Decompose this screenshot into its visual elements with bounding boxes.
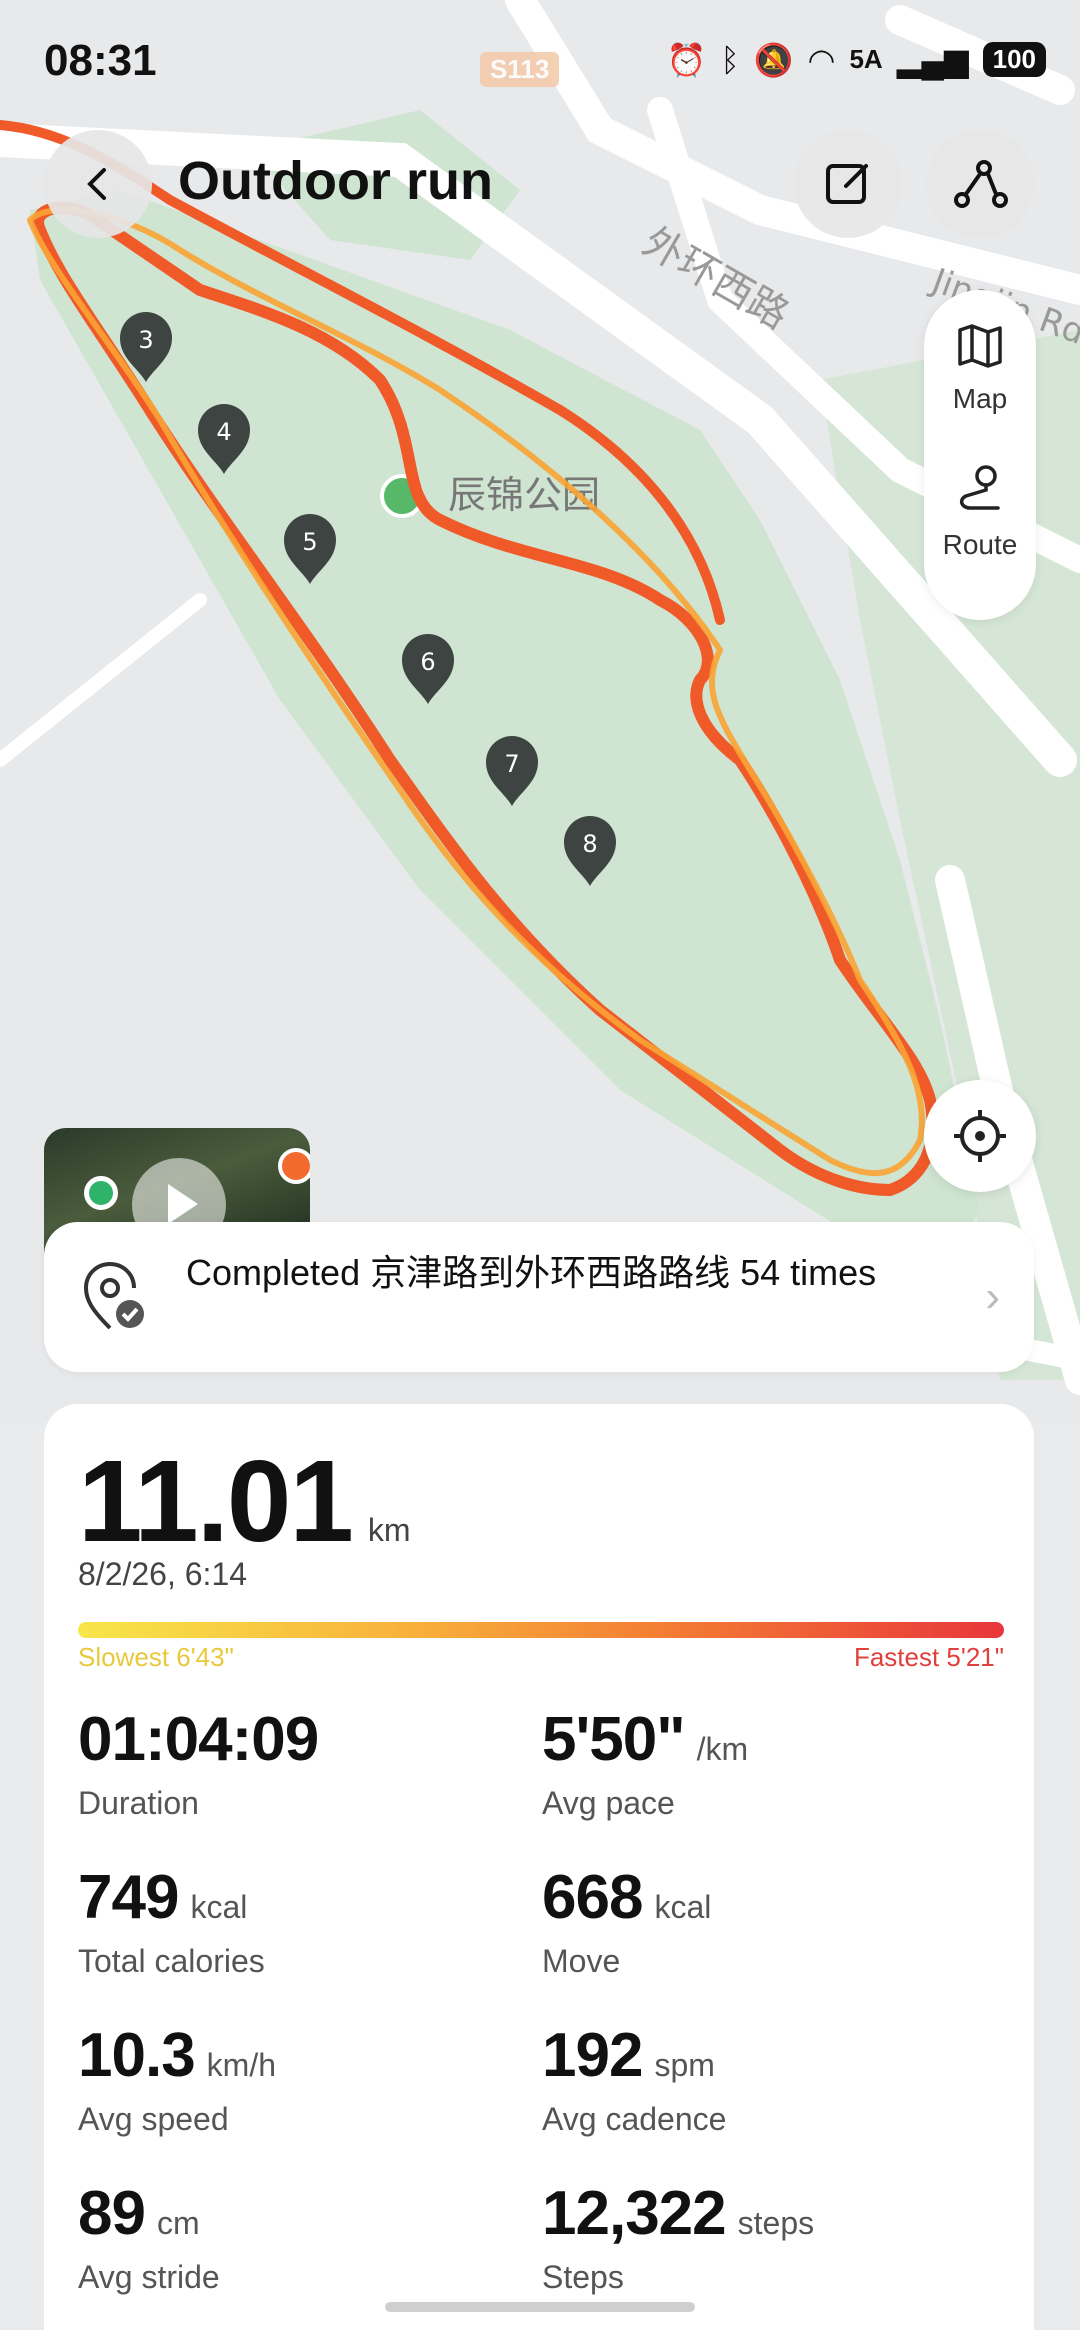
metric-avg-stride: 89 cm Avg stride	[78, 2178, 538, 2296]
locate-button[interactable]	[924, 1080, 1036, 1192]
km-marker-label: 7	[504, 750, 519, 778]
route-label: Route	[942, 529, 1018, 560]
km-marker-label: 3	[138, 326, 153, 354]
fastest-pace: Fastest 5'21"	[853, 1642, 1004, 1672]
metric-value: 192	[542, 2021, 643, 2090]
start-pin-icon	[84, 1176, 118, 1210]
metric-avg-pace: 5'50" /km Avg pace	[542, 1704, 1002, 1822]
finish-flag-icon	[278, 1148, 310, 1184]
metric-unit: /km	[696, 1731, 749, 1767]
metric-label: Avg pace	[542, 1785, 675, 1821]
metric-total-calories: 749 kcal Total calories	[78, 1862, 538, 1980]
metric-value: 01:04:09	[78, 1705, 319, 1774]
distance: 11.01 km	[78, 1434, 411, 1568]
distance-unit: km	[367, 1512, 411, 1548]
metric-value: 12,322	[542, 2179, 727, 2248]
status-time: 08:31	[44, 36, 157, 85]
map-icon	[958, 324, 1002, 368]
metric-label: Duration	[78, 1785, 199, 1821]
metric-label: Move	[542, 1943, 621, 1979]
km-marker-label: 8	[582, 830, 597, 858]
metric-label: Avg cadence	[542, 2101, 727, 2137]
workout-date: 8/2/26, 6:14	[78, 1556, 248, 1592]
map-options-panel: Map Route	[924, 290, 1036, 620]
km-marker-label: 6	[420, 648, 435, 676]
slowest-pace: Slowest 6'43"	[78, 1642, 234, 1672]
pace-gradient-bar	[78, 1622, 1004, 1638]
edit-button[interactable]	[794, 130, 902, 238]
back-arrow-icon	[87, 168, 106, 200]
metric-unit: kcal	[190, 1889, 248, 1925]
route-history-icon	[83, 1261, 144, 1330]
share-route-button[interactable]	[926, 130, 1034, 238]
edit-icon	[826, 164, 868, 204]
metric-value: 5'50"	[542, 1705, 686, 1774]
metric-label: Avg stride	[78, 2259, 220, 2295]
workout-summary: 11.01 km 8/2/26, 6:14 Slowest 6'43" Fast…	[44, 1404, 1034, 2330]
route-icon	[959, 465, 1000, 510]
metric-unit: steps	[737, 2205, 815, 2241]
alarm-icon: ⏰	[666, 41, 707, 78]
route-view-button[interactable]: Route	[924, 462, 1036, 561]
metric-avg-cadence: 192 spm Avg cadence	[542, 2020, 1002, 2138]
metric-value: 10.3	[78, 2021, 196, 2090]
completed-route-card[interactable]: Completed 京津路到外环西路路线 54 times ›	[44, 1222, 1034, 1372]
metric-label: Total calories	[78, 1943, 265, 1979]
map-view-button[interactable]: Map	[924, 320, 1036, 415]
road-badge: S113	[480, 52, 560, 87]
metric-label: Steps	[542, 2259, 624, 2295]
header: Outdoor run	[0, 130, 1080, 240]
metric-value: 89	[78, 2179, 146, 2248]
metric-move: 668 kcal Move	[542, 1862, 1002, 1980]
bluetooth-icon: ᛒ	[720, 41, 740, 78]
metric-unit: cm	[156, 2205, 200, 2241]
crosshair-icon	[954, 1110, 1006, 1162]
back-button[interactable]	[44, 130, 152, 238]
metric-avg-speed: 10.3 km/h Avg speed	[78, 2020, 538, 2138]
metric-steps: 12,322 steps Steps	[542, 2178, 1002, 2296]
km-marker-label: 5	[302, 528, 317, 556]
metric-unit: spm	[654, 2047, 715, 2083]
metric-duration: 01:04:09 Duration	[78, 1704, 538, 1822]
home-indicator[interactable]	[385, 2302, 695, 2312]
route-share-icon	[954, 160, 1008, 208]
metric-label: Avg speed	[78, 2101, 229, 2137]
map-label: Map	[952, 383, 1008, 414]
battery-indicator: 100	[982, 42, 1046, 77]
status-icons: ⏰ ᛒ 🔕 ◠ 5A ▂▄▆ 100	[667, 42, 1046, 77]
chevron-right-icon: ›	[985, 1272, 1000, 1321]
distance-value: 11.01	[78, 1436, 354, 1566]
metric-unit: kcal	[654, 1889, 712, 1925]
network-type: 5A	[849, 44, 883, 74]
page-title: Outdoor run	[178, 151, 493, 211]
wifi-icon: ◠	[807, 41, 836, 78]
metric-value: 668	[542, 1863, 643, 1932]
mute-icon: 🔕	[753, 41, 794, 78]
km-marker-label: 4	[216, 418, 231, 446]
completed-text: Completed 京津路到外环西路路线 54 times	[186, 1252, 877, 1293]
metric-unit: km/h	[206, 2047, 277, 2083]
metric-value: 749	[78, 1863, 179, 1932]
signal-icon: ▂▄▆	[896, 41, 969, 78]
